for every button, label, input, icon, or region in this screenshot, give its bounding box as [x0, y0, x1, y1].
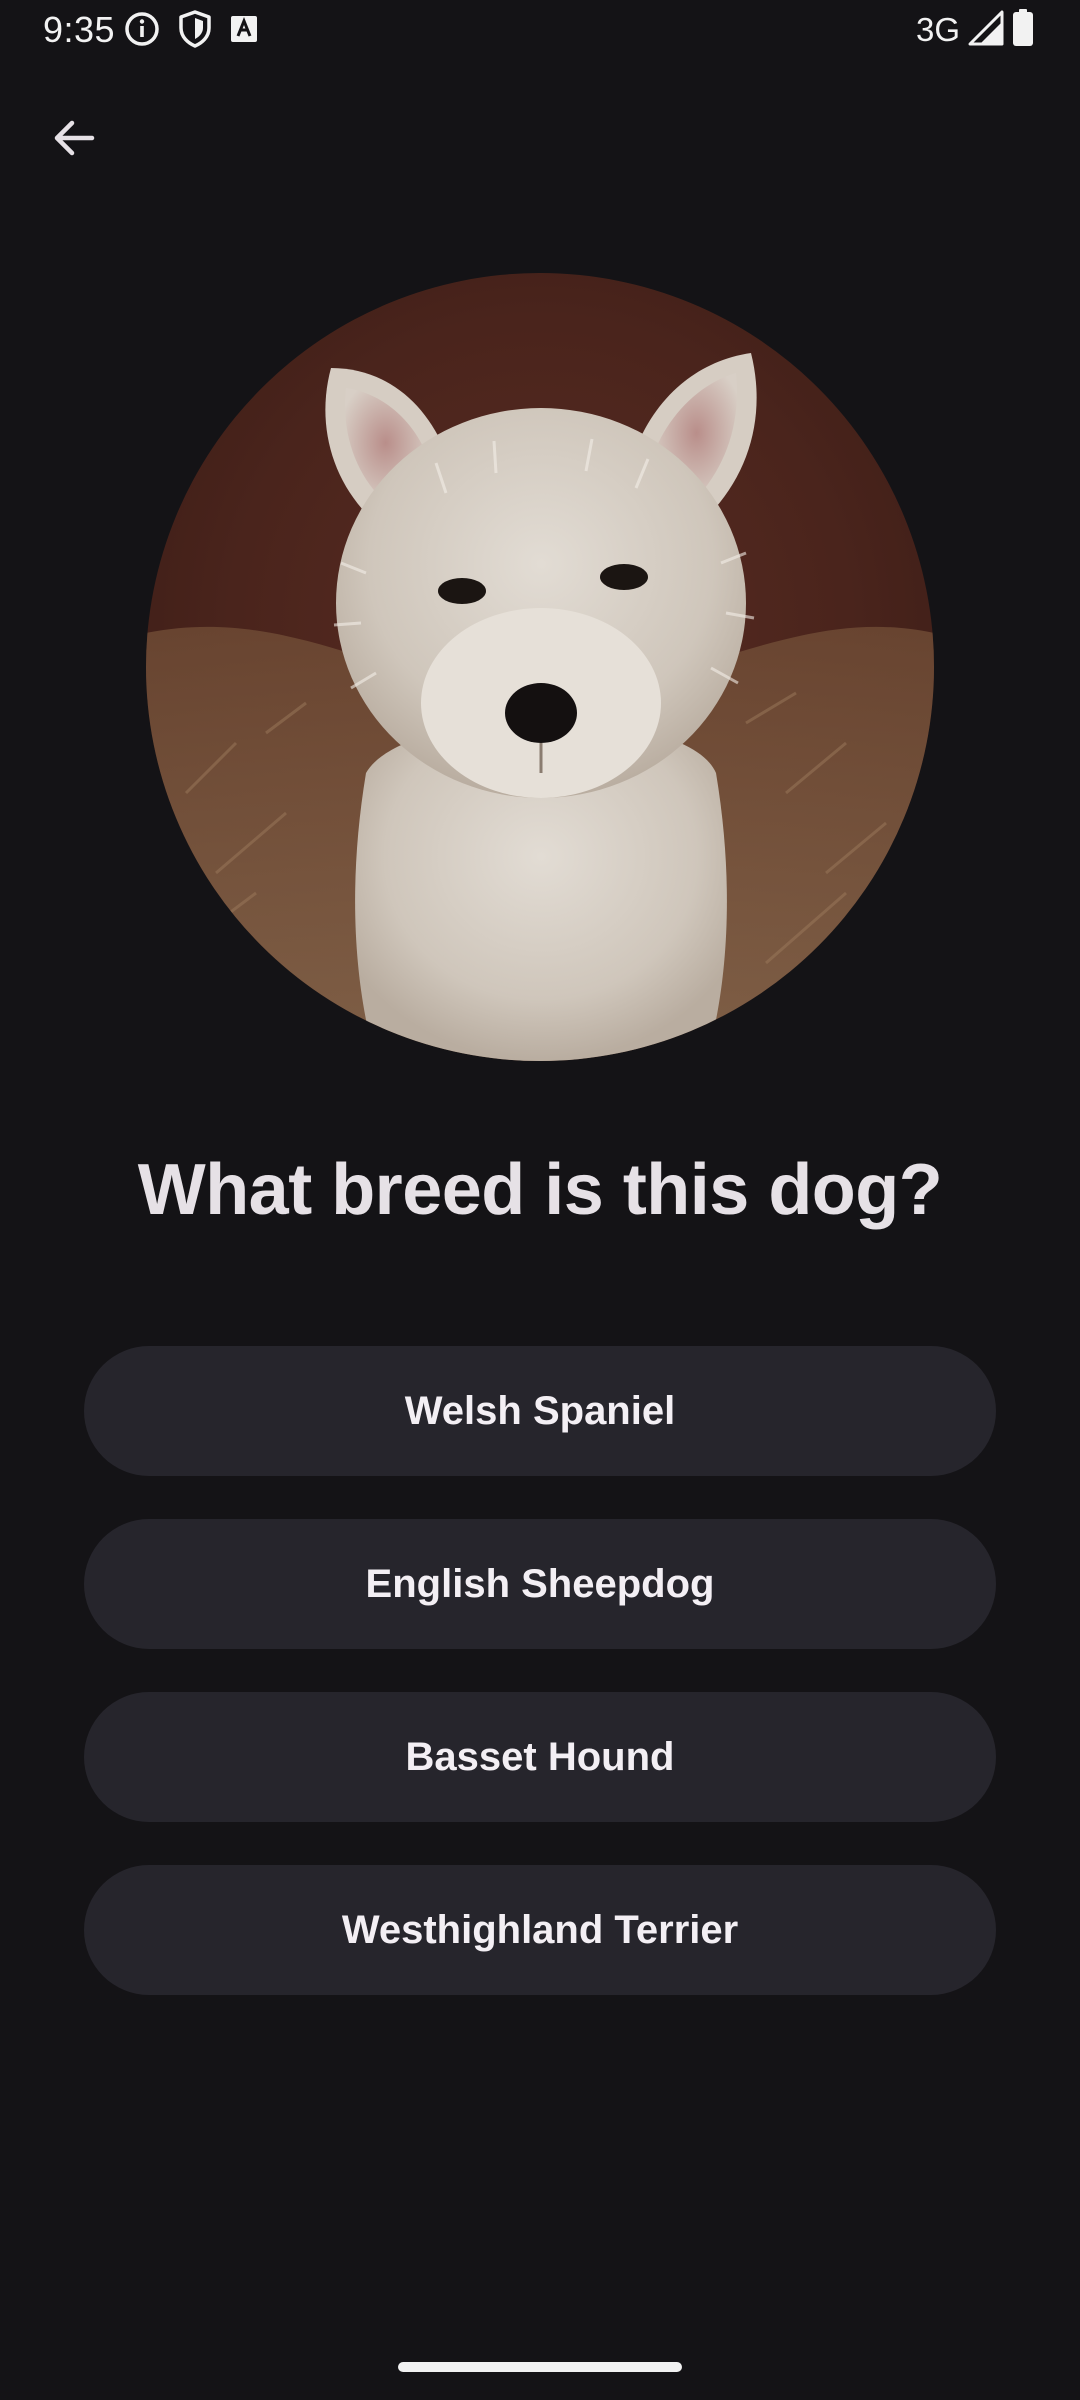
question-title: What breed is this dog?	[137, 1150, 943, 1230]
back-button[interactable]	[34, 100, 114, 180]
shield-icon	[178, 9, 212, 53]
signal-icon	[968, 10, 1004, 51]
answer-button-basset-hound[interactable]: Basset Hound	[84, 1692, 996, 1822]
keyboard-a-icon	[230, 15, 258, 48]
status-notification-icons	[124, 9, 258, 53]
status-bar: 9:35 3G	[0, 0, 1080, 62]
status-time: 9:35	[43, 9, 116, 50]
battery-icon	[1012, 8, 1034, 52]
dog-photo	[146, 273, 934, 1061]
answer-button-english-sheepdog[interactable]: English Sheepdog	[84, 1519, 996, 1649]
gesture-navigation-bar[interactable]	[398, 2362, 682, 2372]
answer-button-welsh-spaniel[interactable]: Welsh Spaniel	[84, 1346, 996, 1476]
answer-list: Welsh Spaniel English Sheepdog Basset Ho…	[84, 1346, 996, 2038]
status-system-icons: 3G	[916, 8, 1034, 52]
info-icon	[124, 11, 160, 52]
answer-button-westhighland-terrier[interactable]: Westhighland Terrier	[84, 1865, 996, 1995]
arrow-back-icon	[50, 114, 98, 167]
network-type-label: 3G	[915, 11, 960, 48]
